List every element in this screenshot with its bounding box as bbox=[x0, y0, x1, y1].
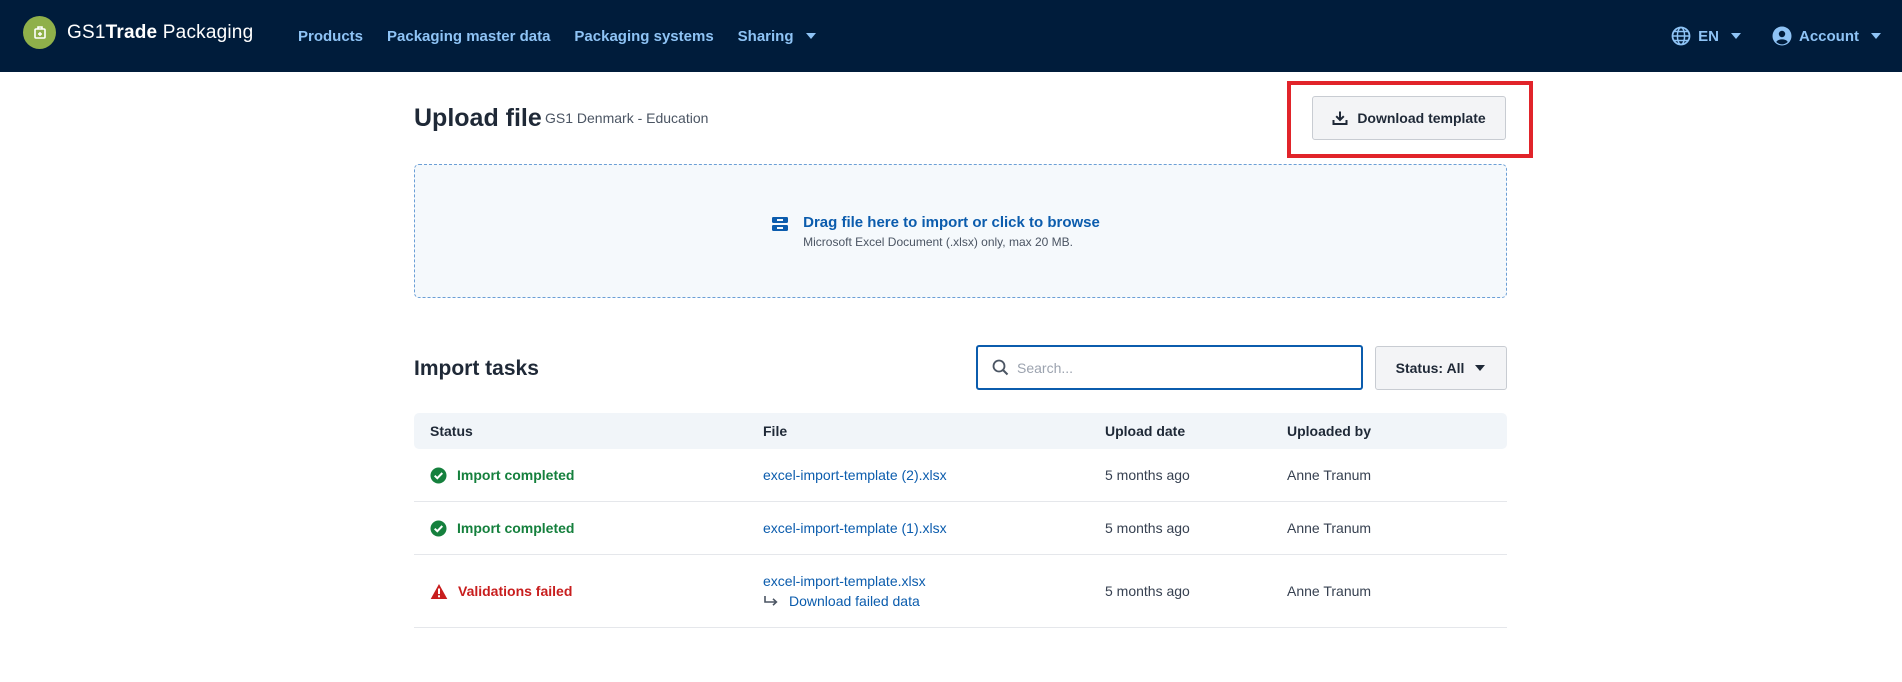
column-header-status: Status bbox=[430, 423, 473, 439]
uploaded-by-cell: Anne Tranum bbox=[1287, 467, 1372, 483]
check-circle-icon bbox=[430, 520, 447, 536]
file-link[interactable]: excel-import-template (1).xlsx bbox=[763, 520, 947, 536]
nav-item-packaging-systems[interactable]: Packaging systems bbox=[574, 28, 713, 45]
column-header-file: File bbox=[763, 423, 788, 439]
upload-date-cell: 5 months ago bbox=[1105, 583, 1190, 599]
column-header-upload-date: Upload date bbox=[1105, 423, 1186, 439]
status-cell: Import completed bbox=[430, 449, 574, 501]
organization-name: GS1 Denmark - Education bbox=[545, 110, 709, 126]
status-cell: Import completed bbox=[430, 502, 574, 554]
nav-item-packaging-master-data[interactable]: Packaging master data bbox=[387, 28, 550, 45]
main-nav: Products Packaging master data Packaging… bbox=[298, 0, 841, 72]
brand-logo[interactable]: GS1Trade Packaging bbox=[23, 16, 253, 49]
language-selector[interactable]: EN bbox=[1671, 26, 1742, 46]
download-template-label: Download template bbox=[1357, 110, 1486, 126]
gs1-logo-icon bbox=[23, 16, 56, 49]
dropzone-main-text: Drag file here to import or click to bro… bbox=[803, 213, 1100, 231]
dropzone-hint-text: Microsoft Excel Document (.xlsx) only, m… bbox=[803, 234, 1073, 249]
warning-triangle-icon bbox=[430, 583, 448, 599]
uploaded-by-cell: Anne Tranum bbox=[1287, 583, 1372, 599]
import-tasks-title: Import tasks bbox=[414, 357, 539, 380]
file-dropzone[interactable]: Drag file here to import or click to bro… bbox=[414, 164, 1507, 298]
globe-icon bbox=[1671, 26, 1691, 46]
brand-name: GS1Trade Packaging bbox=[67, 21, 254, 43]
import-tasks-table: Status File Upload date Uploaded by Impo… bbox=[414, 413, 1507, 628]
file-cell: excel-import-template (1).xlsx bbox=[763, 502, 947, 554]
status-filter-dropdown[interactable]: Status: All bbox=[1375, 346, 1507, 390]
chevron-down-icon bbox=[1871, 33, 1881, 39]
status-text: Import completed bbox=[457, 467, 575, 483]
account-menu[interactable]: Account bbox=[1772, 26, 1882, 46]
upload-date-cell: 5 months ago bbox=[1105, 520, 1190, 536]
download-failed-data-link[interactable]: Download failed data bbox=[789, 593, 920, 609]
nav-item-products[interactable]: Products bbox=[298, 28, 363, 45]
status-cell: Validations failed bbox=[430, 555, 572, 627]
nav-item-sharing[interactable]: Sharing bbox=[738, 28, 817, 45]
table-header: Status File Upload date Uploaded by bbox=[414, 413, 1507, 449]
nav-right-group: EN Account bbox=[1641, 0, 1882, 72]
upload-date-cell: 5 months ago bbox=[1105, 467, 1190, 483]
download-icon bbox=[1332, 111, 1348, 125]
table-row: Import completed excel-import-template (… bbox=[414, 449, 1507, 502]
return-arrow-icon bbox=[764, 595, 778, 606]
file-link[interactable]: excel-import-template.xlsx bbox=[763, 573, 926, 589]
file-link[interactable]: excel-import-template (2).xlsx bbox=[763, 467, 947, 483]
chevron-down-icon bbox=[1475, 365, 1486, 371]
upload-tray-icon bbox=[772, 216, 789, 231]
status-text: Import completed bbox=[457, 520, 575, 536]
user-circle-icon bbox=[1772, 26, 1792, 46]
table-row: Validations failed excel-import-template… bbox=[414, 555, 1507, 628]
column-header-uploaded-by: Uploaded by bbox=[1287, 423, 1372, 439]
check-circle-icon bbox=[430, 467, 447, 483]
page-title: Upload file bbox=[414, 104, 542, 132]
search-icon bbox=[992, 359, 1009, 376]
top-navigation-bar: GS1Trade Packaging Products Packaging ma… bbox=[0, 0, 1902, 72]
download-template-button[interactable]: Download template bbox=[1312, 96, 1506, 140]
dropzone-content: Drag file here to import or click to bro… bbox=[771, 214, 1100, 249]
file-cell: excel-import-template (2).xlsx bbox=[763, 449, 947, 501]
table-row: Import completed excel-import-template (… bbox=[414, 502, 1507, 555]
search-box bbox=[976, 345, 1363, 390]
uploaded-by-cell: Anne Tranum bbox=[1287, 520, 1372, 536]
status-text: Validations failed bbox=[458, 583, 573, 599]
file-cell: excel-import-template.xlsx Download fail… bbox=[763, 555, 926, 627]
search-input[interactable] bbox=[1017, 359, 1337, 376]
chevron-down-icon bbox=[805, 33, 816, 39]
status-filter-label: Status: All bbox=[1395, 360, 1465, 376]
download-failed-data-row: Download failed data bbox=[763, 593, 920, 609]
chevron-down-icon bbox=[1731, 33, 1741, 39]
